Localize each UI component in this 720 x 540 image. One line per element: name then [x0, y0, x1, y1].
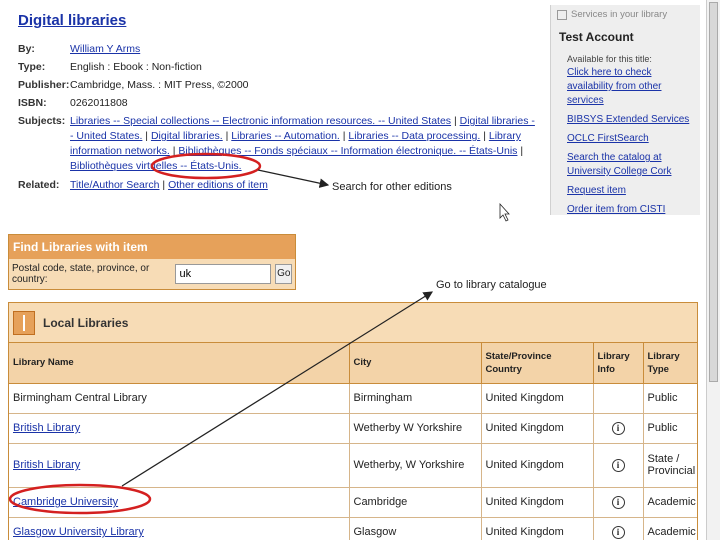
library-city: Wetherby W Yorkshire	[349, 413, 482, 444]
annotation-catalogue: Go to library catalogue	[436, 279, 547, 291]
table-row: Glasgow University Library Glasgow Unite…	[9, 517, 697, 540]
location-input[interactable]	[175, 264, 272, 284]
service-link-check-availability[interactable]: Click here to check availability from ot…	[567, 66, 692, 108]
table-row: Birmingham Central Library Birmingham Un…	[9, 383, 697, 414]
library-type: Public	[643, 413, 697, 444]
library-name-link[interactable]: Cambridge University	[13, 496, 118, 508]
service-link-request-item[interactable]: Request item	[567, 184, 692, 198]
author-link[interactable]: William Y Arms	[70, 43, 140, 55]
library-country: United Kingdom	[481, 517, 594, 540]
library-name-link[interactable]: Glasgow University Library	[13, 526, 144, 538]
library-city: Cambridge	[349, 487, 482, 518]
vertical-scrollbar[interactable]	[706, 0, 720, 540]
subjects-list: Libraries -- Special collections -- Elec…	[70, 115, 535, 172]
library-type: Academic	[643, 517, 697, 540]
service-link-bibsys[interactable]: BIBSYS Extended Services	[567, 113, 692, 127]
annotation-editions: Search for other editions	[332, 181, 452, 193]
availability-note: Available for this title:	[567, 54, 652, 64]
go-button[interactable]: Go	[275, 264, 292, 284]
subject-link[interactable]: Libraries -- Data processing.	[348, 130, 480, 142]
services-header: Services in your library	[551, 5, 700, 24]
table-row: British Library Wetherby W Yorkshire Uni…	[9, 413, 697, 444]
library-country: United Kingdom	[481, 413, 594, 444]
find-libraries-box: Find Libraries with item Postal code, st…	[8, 234, 296, 290]
record-metadata: By: William Y Arms Type: English : Ebook…	[18, 43, 535, 191]
info-icon[interactable]: i	[611, 421, 625, 435]
library-type: Public	[643, 383, 697, 414]
library-city: Wetherby, W Yorkshire	[349, 443, 482, 488]
library-country: United Kingdom	[481, 443, 594, 488]
library-country: United Kingdom	[481, 487, 594, 518]
subject-link[interactable]: Libraries -- Special collections -- Elec…	[70, 115, 451, 127]
field-label-related: Related:	[18, 179, 60, 191]
services-header-label: Services in your library	[571, 9, 668, 20]
subject-link[interactable]: Libraries -- Automation.	[231, 130, 340, 142]
libraries-table: Library Name City State/Province Country…	[9, 343, 697, 540]
library-city: Birmingham	[349, 383, 482, 414]
find-libraries-title: Find Libraries with item	[9, 235, 295, 259]
field-publisher-value: Cambridge, Mass. : MIT Press, ©2000	[70, 79, 249, 91]
column-header-name[interactable]: Library Name	[9, 343, 350, 384]
other-editions-link[interactable]: Other editions of item	[168, 179, 268, 191]
find-libraries-form: Postal code, state, province, or country…	[9, 259, 295, 289]
library-name: Birmingham Central Library	[9, 383, 350, 414]
library-city: Glasgow	[349, 517, 482, 540]
library-name-link[interactable]: British Library	[13, 459, 80, 471]
services-list: Click here to check availability from ot…	[551, 66, 700, 217]
library-country: United Kingdom	[481, 383, 594, 414]
library-type: Academic	[643, 487, 697, 518]
subject-link[interactable]: Bibliothèques virtuelles -- États-Unis.	[70, 160, 242, 172]
title-author-search-link[interactable]: Title/Author Search	[70, 179, 160, 191]
field-type-value: English : Ebook : Non-fiction	[70, 61, 202, 73]
field-label-subjects: Subjects:	[18, 115, 66, 127]
column-header-type[interactable]: Library Type	[643, 343, 697, 384]
library-name-link[interactable]: British Library	[13, 422, 80, 434]
library-type: State / Provincial	[643, 443, 697, 488]
field-label-by: By:	[18, 43, 35, 55]
account-name: Test Account	[559, 30, 634, 44]
service-link-order-cisti[interactable]: Order item from CISTI	[567, 203, 692, 217]
library-icon	[557, 9, 567, 20]
record-title[interactable]: Digital libraries	[18, 12, 126, 29]
library-info-cell	[593, 383, 644, 414]
info-icon[interactable]: i	[611, 458, 625, 472]
service-link-firstsearch[interactable]: OCLC FirstSearch	[567, 132, 692, 146]
field-label-type: Type:	[18, 61, 46, 73]
local-libraries-panel: Local Libraries Library Name City State/…	[8, 302, 698, 540]
scrollbar-thumb[interactable]	[709, 2, 718, 382]
local-libraries-header: Local Libraries	[9, 303, 697, 343]
info-icon[interactable]: i	[611, 495, 625, 509]
local-libraries-title: Local Libraries	[43, 315, 129, 330]
column-header-city[interactable]: City	[349, 343, 482, 384]
column-header-country[interactable]: State/Province Country	[481, 343, 594, 384]
location-label: Postal code, state, province, or country…	[12, 263, 150, 285]
table-row: British Library Wetherby, W Yorkshire Un…	[9, 443, 697, 488]
table-header-row: Library Name City State/Province Country…	[9, 343, 697, 384]
service-link-search-ucc[interactable]: Search the catalog at University College…	[567, 151, 692, 179]
mouse-cursor-icon	[499, 202, 510, 222]
column-header-info: Library Info	[593, 343, 644, 384]
field-label-publisher: Publisher:	[18, 79, 70, 91]
local-libraries-icon	[13, 310, 35, 335]
table-row: Cambridge University Cambridge United Ki…	[9, 487, 697, 518]
subject-link[interactable]: Digital libraries.	[151, 130, 223, 142]
info-icon[interactable]: i	[611, 525, 625, 539]
field-label-isbn: ISBN:	[18, 97, 47, 109]
services-panel: Services in your library Test Account Av…	[550, 5, 700, 215]
field-isbn-value: 0262011808	[70, 97, 128, 109]
subject-link[interactable]: Bibliothèques -- Fonds spéciaux -- Infor…	[178, 145, 517, 157]
